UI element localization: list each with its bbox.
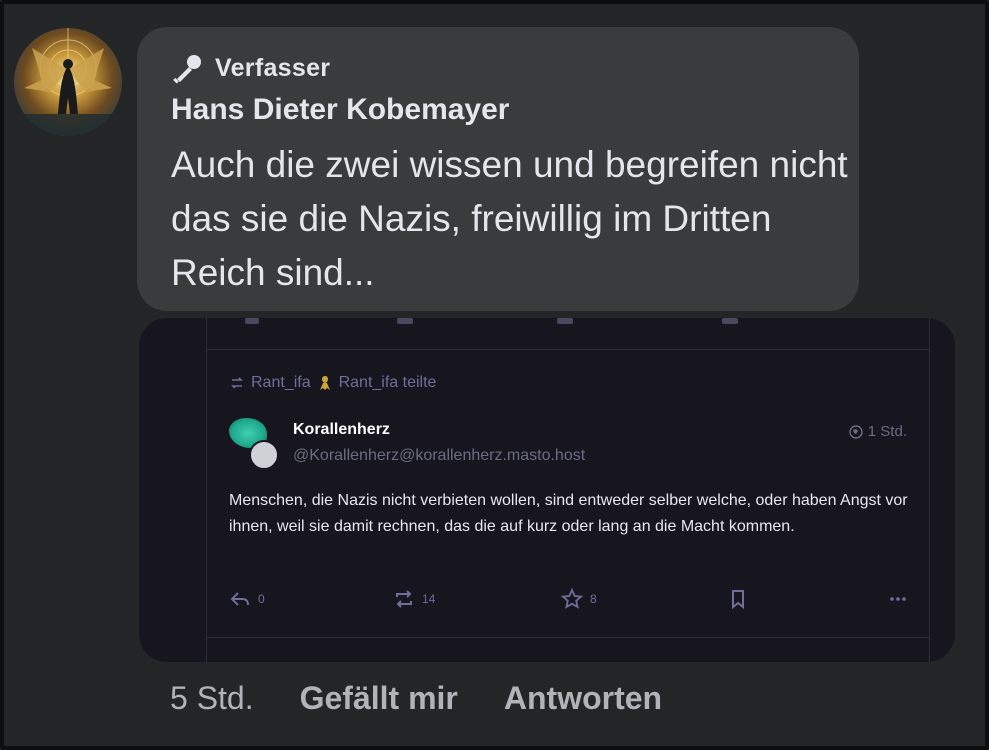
- boost-text: Rant_ifa teilte: [338, 374, 437, 391]
- post-avatar: [229, 418, 279, 470]
- favourite-count: 8: [590, 592, 597, 606]
- divider: [207, 637, 929, 638]
- boost-count: 14: [422, 592, 436, 606]
- booster-mini-avatar: [249, 440, 279, 470]
- cut-icon-fragment: [722, 318, 738, 324]
- angel-figure-image: [14, 28, 122, 136]
- microphone-icon: [173, 55, 201, 84]
- profile-avatar[interactable]: [14, 28, 122, 136]
- bookmark-action: [727, 588, 749, 610]
- cut-icon-fragment: [397, 318, 413, 324]
- boost-icon: [231, 377, 243, 389]
- boost-info: Rant_ifa Rant_ifa teilte: [229, 374, 436, 392]
- comment-timestamp[interactable]: 5 Std.: [170, 680, 254, 717]
- post-handle: @Korallenherz@korallenherz.masto.host: [293, 447, 586, 464]
- reply-icon: [230, 592, 249, 606]
- post-text: Menschen, die Nazis nicht verbieten woll…: [229, 492, 908, 535]
- comment-text: Auch die zwei wissen und begreifen nicht…: [171, 144, 848, 293]
- post-actions: 0 14 8: [229, 588, 909, 612]
- more-action: [887, 588, 909, 610]
- comment-bubble: Verfasser Hans Dieter Kobemayer Auch die…: [137, 27, 859, 311]
- embedded-post-card: Rant_ifa Rant_ifa teilte Korallenherz @K…: [206, 318, 930, 662]
- post-time: 1 Std.: [849, 423, 907, 440]
- boost-action: 14: [393, 588, 435, 610]
- author-name[interactable]: Hans Dieter Kobemayer: [171, 93, 509, 127]
- favourite-action: 8: [561, 588, 597, 610]
- comment-footer: 5 Std. Gefällt mir Antworten: [170, 680, 662, 717]
- globe-icon: [849, 424, 863, 439]
- divider: [207, 349, 929, 350]
- star-icon: [561, 588, 583, 609]
- reply-action: 0: [229, 588, 265, 610]
- ribbon-icon: [319, 376, 330, 390]
- author-badge: Verfasser: [171, 51, 330, 85]
- more-icon: [890, 597, 906, 601]
- post-time-label: 1 Std.: [867, 423, 907, 440]
- boosted-by: Rant_ifa: [251, 374, 311, 391]
- post-display-name: Korallenherz: [293, 421, 390, 438]
- embedded-screenshot[interactable]: Rant_ifa Rant_ifa teilte Korallenherz @K…: [139, 318, 955, 662]
- reply-button[interactable]: Antworten: [504, 680, 662, 717]
- cut-icon-fragment: [557, 318, 573, 324]
- boost-icon: [396, 590, 412, 608]
- cut-icon-fragment: [245, 318, 259, 324]
- bookmark-icon: [732, 590, 744, 610]
- like-button[interactable]: Gefällt mir: [300, 680, 458, 717]
- author-tag: Verfasser: [215, 53, 331, 82]
- reply-count: 0: [258, 592, 265, 606]
